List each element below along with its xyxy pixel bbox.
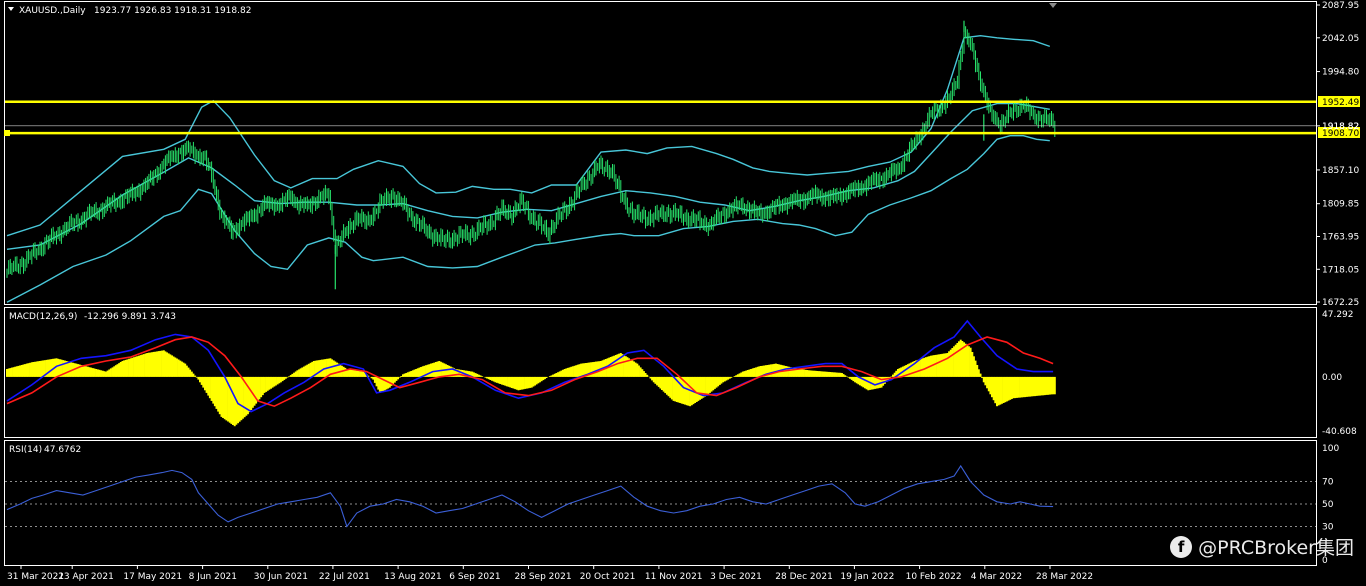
rsi-axis-label: 30 <box>1322 522 1334 532</box>
macd-axis-label: -40.608 <box>1322 427 1357 437</box>
date-axis-label: 17 May 2021 <box>123 572 182 582</box>
date-axis-label: 28 Dec 2021 <box>775 572 833 582</box>
watermark: f @PRCBroker集团 <box>1170 533 1354 560</box>
price-axis-tick-label: 1809.85 <box>1322 200 1359 210</box>
date-axis-label: 8 Jun 2021 <box>189 572 237 582</box>
date-axis-label: 10 Feb 2022 <box>906 572 962 582</box>
price-axis-tick-label: 1718.05 <box>1322 265 1359 275</box>
date-axis-label: 28 Mar 2022 <box>1036 572 1093 582</box>
price-axis-tick-label: 1672.25 <box>1322 298 1359 308</box>
date-axis-label: 30 Jun 2021 <box>254 572 308 582</box>
date-axis-label: 20 Oct 2021 <box>580 572 636 582</box>
date-axis-label: 23 Apr 2021 <box>58 572 114 582</box>
date-axis-label: 31 Mar 2021 <box>7 572 64 582</box>
date-axis-label: 28 Sep 2021 <box>515 572 572 582</box>
date-axis-label: 19 Jan 2022 <box>840 572 894 582</box>
price-axis-tick-label: 1994.80 <box>1322 68 1359 78</box>
macd-axis-label: 47.292 <box>1322 310 1354 320</box>
svg-text:1952.49: 1952.49 <box>1322 98 1359 108</box>
facebook-logo-icon: f <box>1170 535 1193 558</box>
date-axis-label: 22 Jul 2021 <box>319 572 370 582</box>
chart-symbol-title: XAUUSD.,Daily <box>19 6 86 16</box>
current-price-label: 1918.82 <box>1322 122 1359 132</box>
price-axis-tick-label: 1857.10 <box>1322 166 1359 176</box>
watermark-text: @PRCBroker集团 <box>1198 537 1354 559</box>
rsi-axis-label: 50 <box>1322 500 1334 510</box>
macd-title: MACD(12,26,9) <box>9 312 77 322</box>
rsi-value: 47.6762 <box>44 445 81 455</box>
macd-values: -12.296 9.891 3.743 <box>84 312 176 322</box>
price-axis-tick-label: 2087.95 <box>1322 1 1359 11</box>
chart-ohlc-values: 1923.77 1926.83 1918.31 1918.82 <box>94 6 251 16</box>
rsi-axis-label: 70 <box>1322 478 1334 488</box>
rsi-axis-label: 100 <box>1322 444 1339 454</box>
rsi-title: RSI(14) <box>9 445 42 455</box>
left-level-marker <box>4 130 10 136</box>
price-axis-tick-label: 1763.95 <box>1322 233 1359 243</box>
date-axis-label: 3 Dec 2021 <box>710 572 762 582</box>
date-axis-label: 4 Mar 2022 <box>971 572 1022 582</box>
date-axis-label: 11 Nov 2021 <box>645 572 703 582</box>
level-label-upper: 1952.49 <box>1318 96 1360 108</box>
date-axis-label: 6 Sep 2021 <box>449 572 500 582</box>
macd-axis-label: 0.00 <box>1322 373 1342 383</box>
price-axis-tick-label: 2042.05 <box>1322 34 1359 44</box>
date-axis-label: 13 Aug 2021 <box>384 572 442 582</box>
chart-canvas: XAUUSD.,Daily 1923.77 1926.83 1918.31 19… <box>0 0 1366 586</box>
